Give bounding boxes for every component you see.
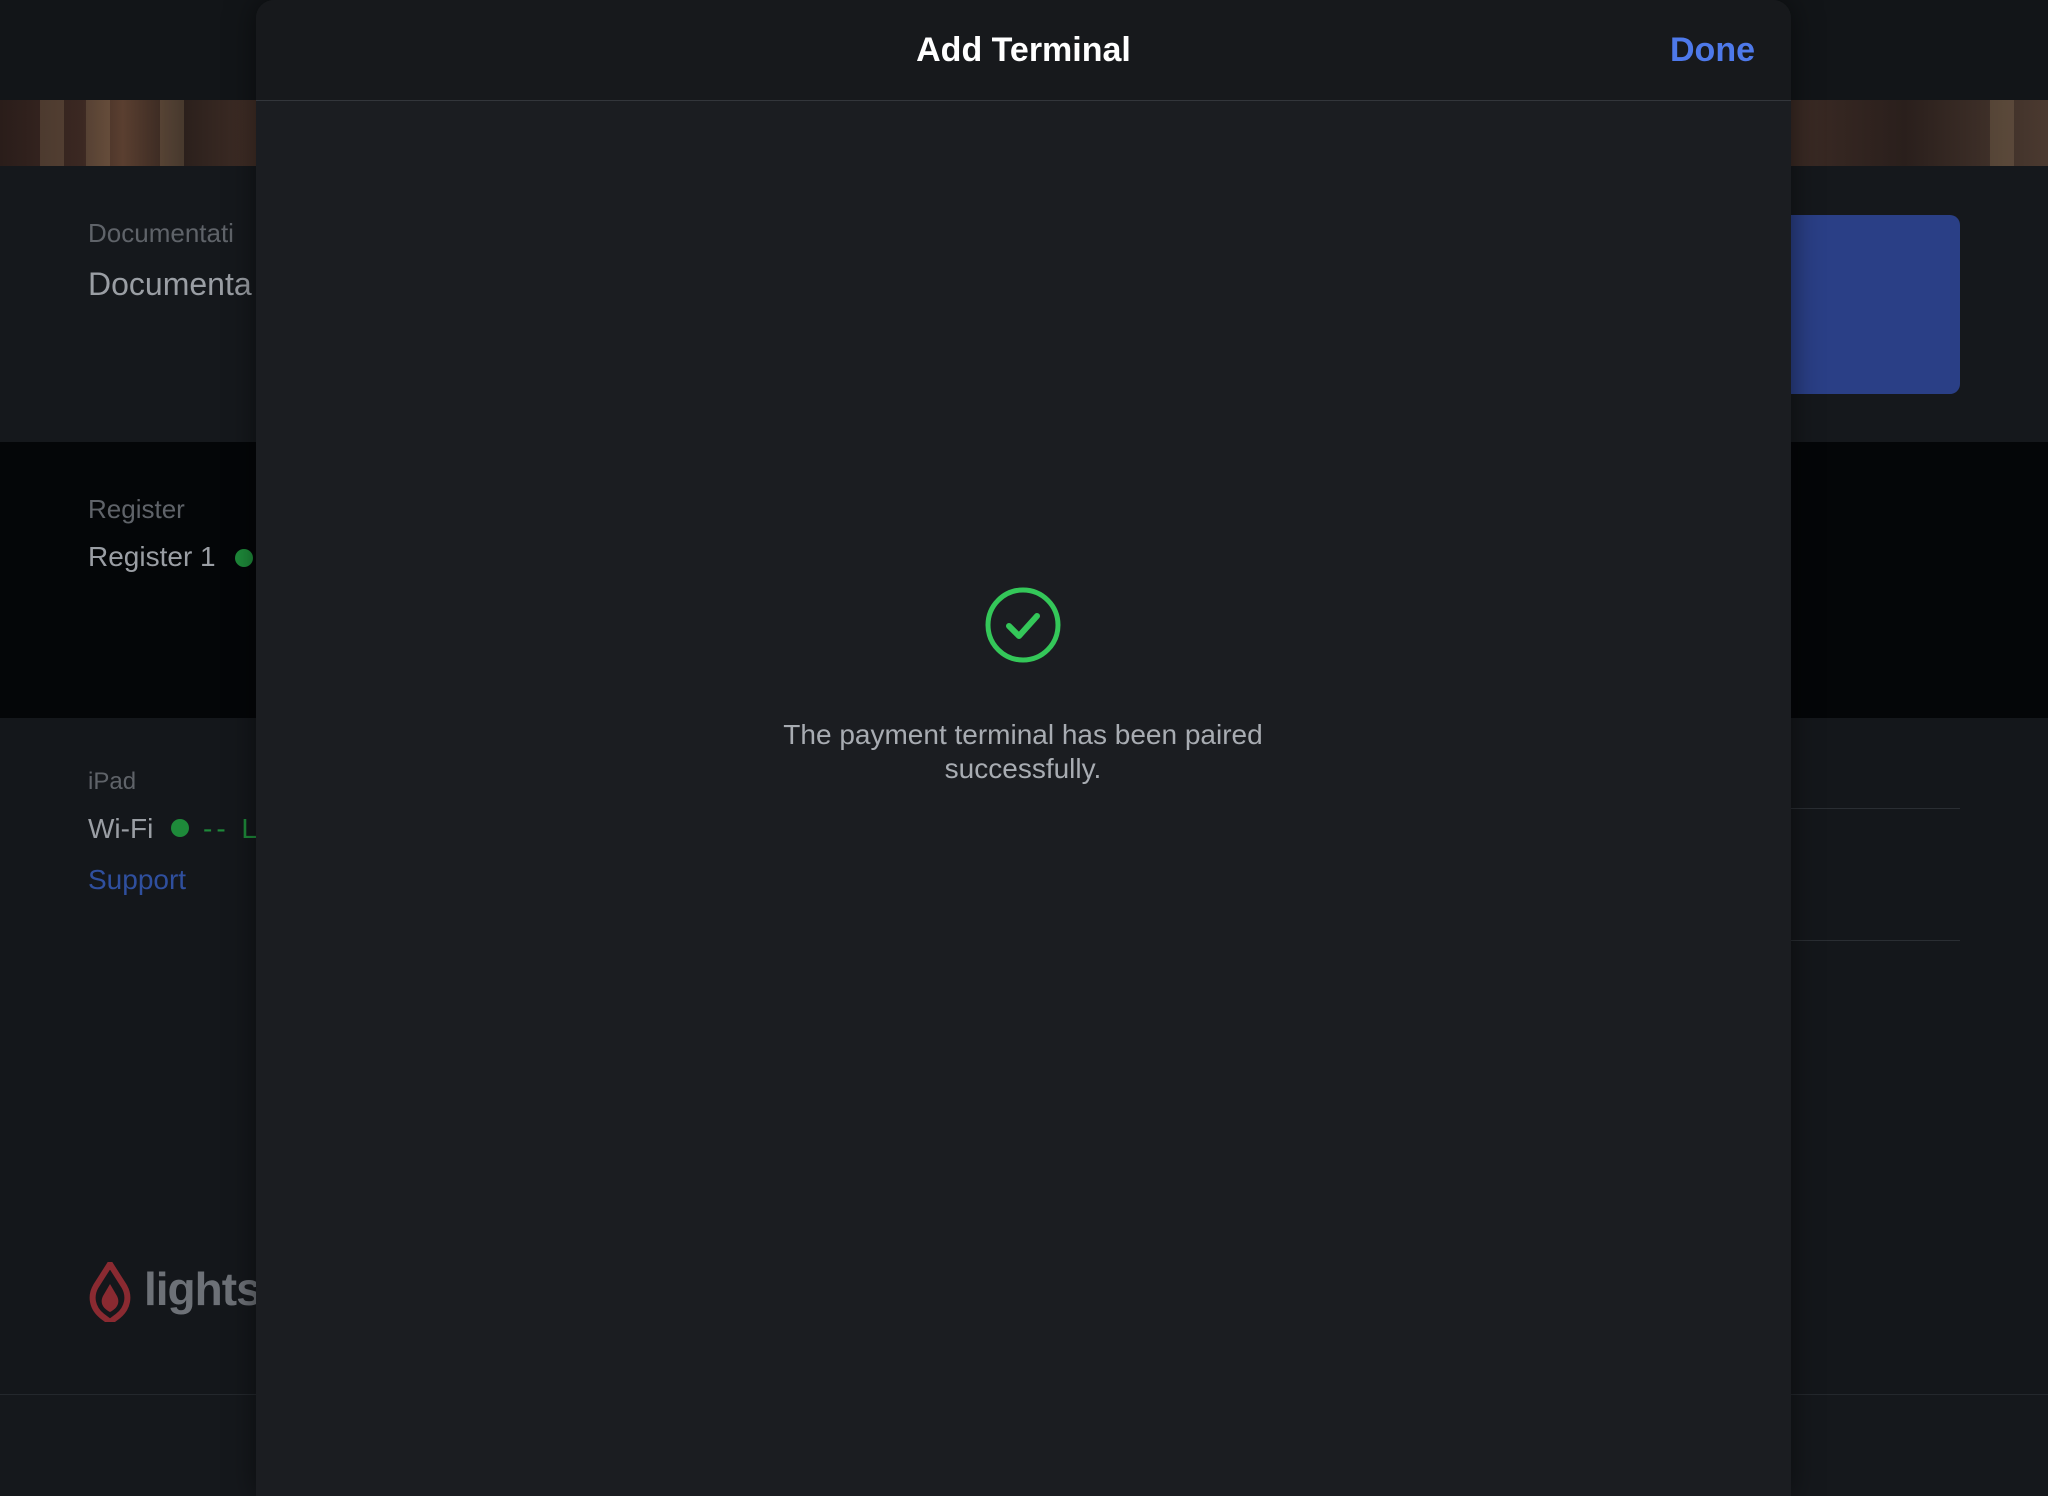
app-screen: Documentati Documenta Register Register … (0, 0, 2048, 1496)
wifi-status-text: -- L (203, 813, 261, 844)
ipad-label: iPad (88, 768, 137, 795)
modal-title: Add Terminal (916, 31, 1131, 69)
lightspeed-flame-icon (89, 1262, 131, 1322)
modal-header: Add Terminal Done (256, 0, 1791, 101)
documentation-label: Documentati (88, 218, 234, 248)
done-button[interactable]: Done (1670, 0, 1755, 100)
check-circle-icon (985, 587, 1061, 663)
background-divider (1790, 808, 1960, 809)
wifi-status-dot (171, 819, 189, 837)
add-terminal-modal: Add Terminal Done The payment terminal h… (256, 0, 1791, 1496)
register-value: Register 1 (88, 541, 216, 572)
wifi-label: Wi-Fi (88, 813, 154, 844)
support-link[interactable]: Support (88, 864, 186, 896)
documentation-value: Documenta (88, 266, 252, 302)
background-divider (1790, 940, 1960, 941)
success-message: The payment terminal has been paired suc… (783, 719, 1263, 784)
register-status-dot (235, 549, 253, 567)
register-label: Register (88, 494, 185, 524)
